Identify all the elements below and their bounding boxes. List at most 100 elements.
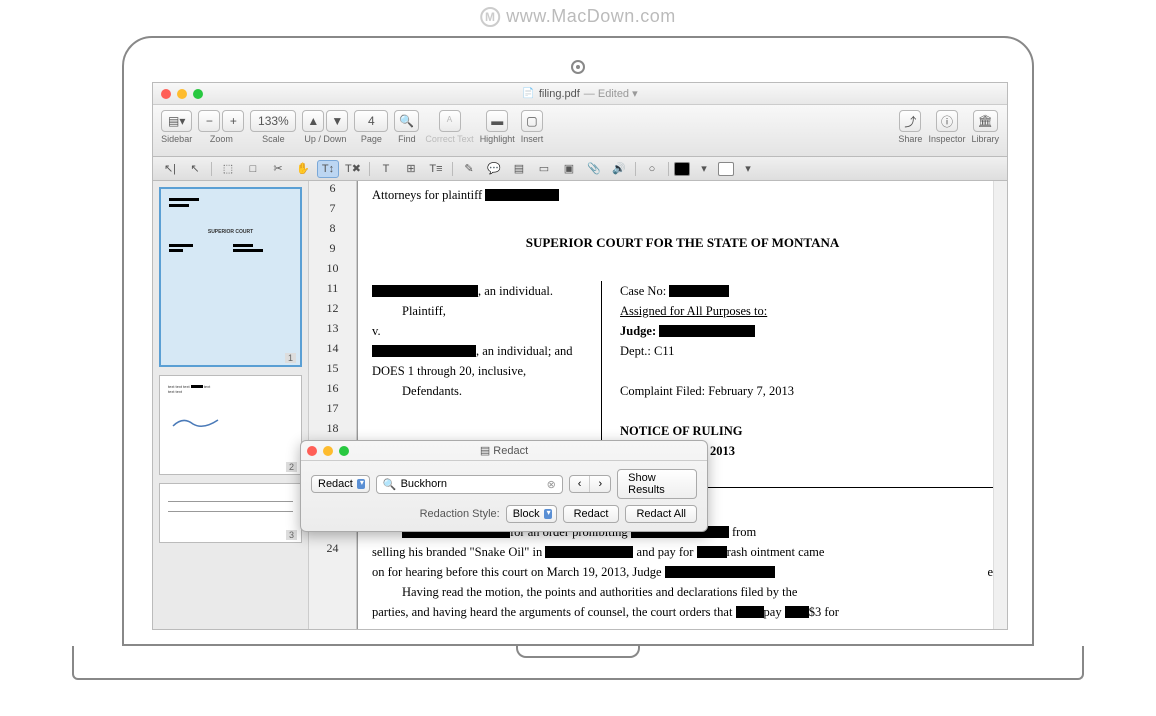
redact-panel-titlebar[interactable]: ▤ Redact	[301, 441, 707, 461]
fill-color[interactable]	[718, 162, 734, 176]
redaction-bar	[659, 325, 755, 337]
text: Dept.: C11	[620, 344, 674, 359]
shape-tool[interactable]: ○	[641, 160, 663, 178]
panel-close-button[interactable]	[307, 446, 317, 456]
sound-tool[interactable]: 🔊	[608, 160, 630, 178]
inspector-label: Inspector	[928, 134, 965, 144]
edited-indicator[interactable]: — Edited ▾	[584, 87, 638, 100]
stamp-tool[interactable]: ▣	[558, 160, 580, 178]
prev-button[interactable]: ‹	[570, 476, 591, 492]
scale-group: 133% Scale	[250, 110, 296, 144]
nav-segment: ‹ ›	[569, 475, 611, 493]
redact-button[interactable]: Redact	[563, 505, 620, 523]
watermark-text: www.MacDown.com	[506, 6, 676, 27]
redact-icon: ▤	[480, 444, 490, 457]
redaction-style-select[interactable]: Block	[506, 505, 557, 523]
zoom-out-button[interactable]: −	[198, 110, 220, 132]
panel-zoom-button[interactable]	[339, 446, 349, 456]
main-toolbar: ▤▾ Sidebar − + Zoom 133% Scale ▲	[153, 105, 1007, 157]
thumb-pagenum: 1	[285, 353, 296, 363]
line-num: 16	[309, 381, 356, 401]
scale-field[interactable]: 133%	[250, 110, 296, 132]
line-num: 6	[309, 181, 356, 201]
find-label: Find	[398, 134, 416, 144]
thumbnail-3[interactable]: 3	[159, 483, 302, 543]
clear-icon[interactable]: ⊗	[547, 478, 556, 491]
highlight-pen-tool[interactable]: ✎	[458, 160, 480, 178]
line-num: 17	[309, 401, 356, 421]
redact-search-field[interactable]: 🔍 ⊗	[376, 475, 563, 494]
document-page[interactable]: Attorneys for plaintiff SUPERIOR COURT F…	[357, 181, 1007, 629]
redaction-style-label: Redaction Style:	[420, 508, 500, 520]
redact-all-button[interactable]: Redact All	[625, 505, 697, 523]
find-button[interactable]: 🔍	[394, 110, 419, 132]
line-number-gutter: 6 7 8 9 10 11 12 13 14 15 16 17 18 19 20…	[309, 181, 357, 629]
highlight-group: ▬ Highlight	[480, 110, 515, 144]
share-label: Share	[898, 134, 922, 144]
content-area: SUPERIOR COURT 1 text text text texttext…	[153, 181, 1007, 629]
show-results-button[interactable]: Show Results	[617, 469, 697, 499]
page-up-button[interactable]: ▲	[302, 110, 324, 132]
zoom-button[interactable]	[193, 89, 203, 99]
highlight-label: Highlight	[480, 134, 515, 144]
text-box-tool[interactable]: T	[375, 160, 397, 178]
arrow-tool[interactable]: ↖|	[159, 160, 181, 178]
thumbnail-1[interactable]: SUPERIOR COURT 1	[159, 187, 302, 367]
sidebar-button[interactable]: ▤▾	[161, 110, 192, 132]
text: Having read the motion, the points and a…	[402, 585, 797, 600]
zoom-label: Zoom	[210, 134, 233, 144]
next-button[interactable]: ›	[590, 476, 610, 492]
close-button[interactable]	[161, 89, 171, 99]
redact-panel: ▤ Redact Redact 🔍 ⊗ ‹ › Show Results Red…	[300, 440, 708, 532]
note-tool[interactable]: ▤	[508, 160, 530, 178]
zoom-in-button[interactable]: +	[222, 110, 244, 132]
link-tool[interactable]: ▭	[533, 160, 555, 178]
redact-mode-select[interactable]: Redact	[311, 475, 370, 493]
updown-group: ▲ ▼ Up / Down	[302, 110, 348, 144]
crop-tool[interactable]: ✂	[267, 160, 289, 178]
panel-minimize-button[interactable]	[323, 446, 333, 456]
webcam-icon	[571, 60, 585, 74]
fill-menu[interactable]: ▾	[737, 160, 759, 178]
laptop-frame: 📄 filing.pdf — Edited ▾ ▤▾ Sidebar − + Z…	[122, 36, 1034, 680]
line-num: 7	[309, 201, 356, 221]
updown-label: Up / Down	[304, 134, 346, 144]
minimize-button[interactable]	[177, 89, 187, 99]
stroke-color[interactable]	[674, 162, 690, 176]
attach-tool[interactable]: 📎	[583, 160, 605, 178]
line-num: 18	[309, 421, 356, 441]
text: , an individual; and	[476, 344, 573, 359]
text-select-tool[interactable]: T↕	[317, 160, 339, 178]
text-align-tool[interactable]: T≡	[425, 160, 447, 178]
text: DOES 1 through 20, inclusive,	[372, 364, 526, 379]
pan-tool[interactable]: ✋	[292, 160, 314, 178]
text: parties, and having heard the arguments …	[372, 605, 732, 620]
redaction-bar	[785, 606, 809, 618]
share-button[interactable]: ⤴	[899, 110, 921, 132]
redact-tool[interactable]: T✖	[342, 160, 364, 178]
text: Case No:	[620, 284, 666, 299]
redact-search-input[interactable]	[401, 478, 543, 490]
thumbnail-2[interactable]: text text text texttext text 2	[159, 375, 302, 475]
comment-tool[interactable]: 💬	[483, 160, 505, 178]
text: Defendants.	[402, 384, 462, 399]
stroke-menu[interactable]: ▾	[693, 160, 715, 178]
page-down-button[interactable]: ▼	[326, 110, 348, 132]
correct-text-button[interactable]: ᴬ	[439, 110, 461, 132]
inspector-button[interactable]: ⓘ	[936, 110, 958, 132]
window-title: 📄 filing.pdf — Edited ▾	[522, 87, 637, 100]
insert-button[interactable]: ▢	[521, 110, 543, 132]
rect-tool[interactable]: □	[242, 160, 264, 178]
thumbnail-sidebar[interactable]: SUPERIOR COURT 1 text text text texttext…	[153, 181, 309, 629]
line-num: 11	[309, 281, 356, 301]
redaction-bar	[669, 285, 729, 297]
select-area-tool[interactable]: ⬚	[217, 160, 239, 178]
highlight-button[interactable]: ▬	[486, 110, 508, 132]
text: from	[732, 525, 756, 540]
form-field-tool[interactable]: ⊞	[400, 160, 422, 178]
line-num: 9	[309, 241, 356, 261]
page-field[interactable]: 4	[354, 110, 388, 132]
library-button[interactable]: 🏛	[973, 110, 998, 132]
pointer-tool[interactable]: ↖	[184, 160, 206, 178]
vertical-scrollbar[interactable]	[993, 181, 1007, 629]
